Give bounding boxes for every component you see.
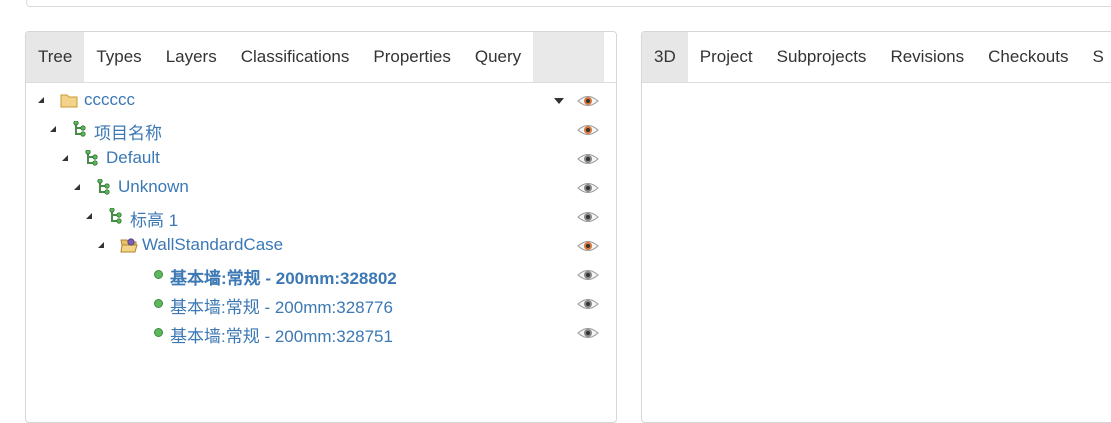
tree-row[interactable]: WallStandardCase xyxy=(26,231,616,260)
dot-icon xyxy=(154,328,163,337)
tree-node-label[interactable]: WallStandardCase xyxy=(142,235,283,255)
viewer-panel-tabs: 3D Project Subprojects Revisions Checkou… xyxy=(642,32,1111,83)
tab-query[interactable]: Query xyxy=(463,32,533,82)
tab-revisions[interactable]: Revisions xyxy=(878,32,976,82)
tab-strip-filler xyxy=(533,32,605,82)
viewer-canvas[interactable] xyxy=(642,83,1111,422)
eye-hidden-icon[interactable] xyxy=(577,325,599,339)
tree-row[interactable]: cccccc xyxy=(26,86,616,115)
tree-node-label[interactable]: 基本墙:常规 - 200mm:328751 xyxy=(170,322,393,347)
tab-tree[interactable]: Tree xyxy=(26,32,85,82)
hierarchy-icon xyxy=(72,120,90,137)
tab-s-truncated[interactable]: S xyxy=(1080,32,1111,82)
tree-node-label[interactable]: 基本墙:常规 - 200mm:328776 xyxy=(170,293,393,318)
hierarchy-icon xyxy=(84,149,102,166)
eye-visible-icon[interactable] xyxy=(577,93,599,107)
dot-icon xyxy=(154,270,163,279)
tree-row[interactable]: Unknown xyxy=(26,173,616,202)
tree-row[interactable]: 基本墙:常规 - 200mm:328776 xyxy=(26,289,616,318)
tree-row[interactable]: 基本墙:常规 - 200mm:328802 xyxy=(26,260,616,289)
tree-panel: Tree Types Layers Classifications Proper… xyxy=(25,31,617,423)
tree-node-label[interactable]: cccccc xyxy=(84,90,135,110)
expand-toggle-icon[interactable] xyxy=(62,155,68,161)
eye-visible-icon[interactable] xyxy=(577,122,599,136)
expand-toggle-icon[interactable] xyxy=(74,184,80,190)
eye-hidden-icon[interactable] xyxy=(577,296,599,310)
tree-row[interactable]: 标高 1 xyxy=(26,202,616,231)
eye-hidden-icon[interactable] xyxy=(577,151,599,165)
top-panel-edge xyxy=(26,0,1111,7)
tab-3d[interactable]: 3D xyxy=(642,32,688,82)
tree-node-label[interactable]: Unknown xyxy=(118,177,189,197)
tree-node-label[interactable]: 项目名称 xyxy=(94,119,162,144)
expand-toggle-icon[interactable] xyxy=(86,213,92,219)
expand-toggle-icon[interactable] xyxy=(38,97,44,103)
viewer-panel: 3D Project Subprojects Revisions Checkou… xyxy=(641,31,1111,423)
tab-layers[interactable]: Layers xyxy=(154,32,229,82)
dropdown-caret-icon[interactable] xyxy=(554,98,564,104)
tab-project[interactable]: Project xyxy=(688,32,765,82)
folder-icon xyxy=(60,92,78,108)
expand-toggle-icon[interactable] xyxy=(98,242,104,248)
tree-panel-tabs: Tree Types Layers Classifications Proper… xyxy=(26,32,616,83)
tab-types[interactable]: Types xyxy=(84,32,153,82)
hierarchy-icon xyxy=(108,207,126,224)
eye-hidden-icon[interactable] xyxy=(577,267,599,281)
expand-toggle-icon[interactable] xyxy=(50,126,56,132)
eye-hidden-icon[interactable] xyxy=(577,180,599,194)
eye-visible-icon[interactable] xyxy=(577,238,599,252)
open-folder-icon xyxy=(120,237,138,253)
tab-classifications[interactable]: Classifications xyxy=(229,32,362,82)
tab-checkouts[interactable]: Checkouts xyxy=(976,32,1080,82)
tab-properties[interactable]: Properties xyxy=(361,32,462,82)
hierarchy-icon xyxy=(96,178,114,195)
tab-subprojects[interactable]: Subprojects xyxy=(765,32,879,82)
dot-icon xyxy=(154,299,163,308)
tree-node-label[interactable]: 标高 1 xyxy=(130,206,178,231)
tree-row[interactable]: Default xyxy=(26,144,616,173)
tree-row[interactable]: 项目名称 xyxy=(26,115,616,144)
tree-node-label[interactable]: 基本墙:常规 - 200mm:328802 xyxy=(170,264,397,289)
tree-node-label[interactable]: Default xyxy=(106,148,160,168)
tree-row[interactable]: 基本墙:常规 - 200mm:328751 xyxy=(26,318,616,347)
eye-hidden-icon[interactable] xyxy=(577,209,599,223)
